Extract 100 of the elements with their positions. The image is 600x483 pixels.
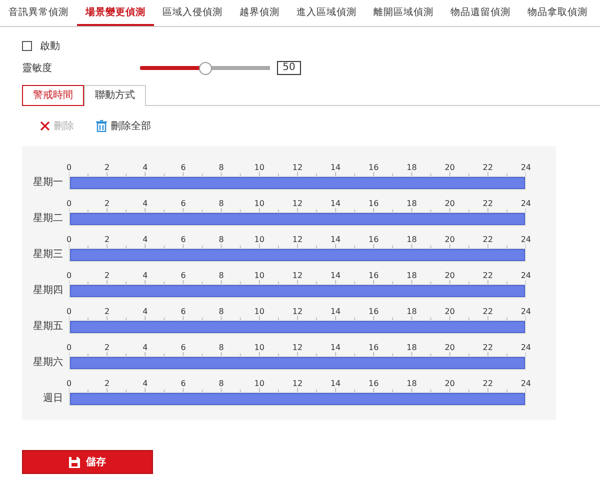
slider-thumb[interactable] bbox=[198, 62, 212, 74]
hour-label: 22 bbox=[482, 163, 494, 172]
hour-label: 20 bbox=[444, 163, 456, 172]
save-button[interactable]: 儲存 bbox=[22, 450, 153, 474]
hour-label: 18 bbox=[406, 343, 418, 352]
hour-label: 22 bbox=[482, 199, 494, 208]
hour-label: 24 bbox=[520, 379, 532, 388]
day-label: 星期二 bbox=[32, 212, 64, 226]
hour-label: 8 bbox=[218, 343, 225, 352]
hour-label: 16 bbox=[368, 307, 380, 316]
tab[interactable]: 越界偵測 bbox=[231, 0, 288, 26]
hour-label: 24 bbox=[520, 307, 532, 316]
tab[interactable]: 區域入侵偵測 bbox=[154, 0, 231, 26]
hour-label: 0 bbox=[65, 199, 73, 208]
hour-label: 12 bbox=[291, 379, 304, 388]
hour-label: 4 bbox=[142, 343, 149, 352]
hour-label: 18 bbox=[406, 307, 418, 316]
hour-label: 4 bbox=[142, 379, 149, 388]
hour-label: 0 bbox=[65, 379, 73, 388]
tab[interactable]: 物品拿取偵測 bbox=[519, 0, 596, 26]
hour-label: 14 bbox=[330, 343, 342, 352]
hour-label: 16 bbox=[368, 379, 380, 388]
hour-label: 10 bbox=[253, 271, 266, 280]
hour-label: 10 bbox=[253, 343, 266, 352]
trash-icon bbox=[96, 120, 107, 132]
sensitivity-label: 靈敏度 bbox=[22, 62, 53, 75]
tab[interactable]: 離開區域偵測 bbox=[365, 0, 442, 26]
hour-label: 24 bbox=[520, 199, 532, 208]
hour-label: 2 bbox=[104, 379, 111, 388]
hour-label: 8 bbox=[218, 235, 225, 244]
hour-label: 20 bbox=[444, 199, 456, 208]
delete-all-button[interactable]: 刪除全部 bbox=[96, 118, 151, 134]
hour-label: 18 bbox=[406, 199, 418, 208]
hour-label: 4 bbox=[142, 199, 149, 208]
day-label: 週日 bbox=[42, 392, 64, 406]
hour-label: 6 bbox=[180, 271, 187, 280]
hour-label: 0 bbox=[65, 307, 73, 316]
hour-label: 22 bbox=[482, 343, 494, 352]
day-label: 星期六 bbox=[32, 356, 64, 370]
hour-label: 24 bbox=[520, 343, 532, 352]
hour-label: 0 bbox=[65, 163, 73, 172]
day-label: 星期一 bbox=[32, 176, 64, 190]
hour-label: 6 bbox=[180, 343, 187, 352]
hour-label: 24 bbox=[520, 163, 532, 172]
hour-label: 16 bbox=[368, 271, 380, 280]
hour-label: 8 bbox=[218, 163, 225, 172]
tab[interactable]: 物品遺留偵測 bbox=[442, 0, 519, 26]
day-label: 星期五 bbox=[32, 320, 64, 334]
hour-label: 10 bbox=[253, 163, 266, 172]
hour-label: 4 bbox=[142, 163, 149, 172]
hour-label: 20 bbox=[444, 271, 456, 280]
day-label: 星期三 bbox=[32, 248, 64, 262]
hour-label: 2 bbox=[104, 343, 111, 352]
hour-label: 12 bbox=[291, 163, 304, 172]
hour-label: 24 bbox=[520, 271, 532, 280]
hour-label: 16 bbox=[368, 163, 380, 172]
hour-label: 14 bbox=[330, 199, 342, 208]
hour-label: 14 bbox=[330, 271, 342, 280]
hour-label: 0 bbox=[65, 343, 73, 352]
hour-label: 20 bbox=[444, 235, 456, 244]
tab[interactable]: 場景變更偵測 bbox=[77, 0, 154, 26]
hour-label: 10 bbox=[253, 379, 266, 388]
hour-label: 12 bbox=[291, 235, 304, 244]
hour-label: 24 bbox=[520, 235, 532, 244]
hour-label: 16 bbox=[368, 343, 380, 352]
hour-label: 10 bbox=[253, 235, 266, 244]
tab[interactable]: 警戒時間 bbox=[22, 85, 84, 106]
hour-label: 14 bbox=[330, 235, 342, 244]
hour-label: 18 bbox=[406, 235, 418, 244]
checkbox[interactable] bbox=[22, 41, 32, 51]
hour-label: 8 bbox=[218, 271, 225, 280]
hour-label: 14 bbox=[330, 163, 342, 172]
tab[interactable]: 聯動方式 bbox=[84, 85, 146, 106]
tab[interactable]: 進入區域偵測 bbox=[288, 0, 365, 26]
hour-label: 6 bbox=[180, 307, 187, 316]
hour-label: 18 bbox=[406, 271, 418, 280]
tab[interactable]: 音訊異常偵測 bbox=[0, 0, 77, 26]
hour-label: 6 bbox=[180, 199, 187, 208]
hour-label: 12 bbox=[291, 199, 304, 208]
hour-label: 14 bbox=[330, 379, 342, 388]
hour-label: 2 bbox=[104, 307, 111, 316]
hour-label: 8 bbox=[218, 199, 225, 208]
hour-label: 20 bbox=[444, 379, 456, 388]
hour-label: 10 bbox=[253, 307, 266, 316]
hour-label: 16 bbox=[368, 235, 380, 244]
hour-label: 12 bbox=[291, 271, 304, 280]
hour-label: 14 bbox=[330, 307, 342, 316]
hour-label: 16 bbox=[368, 199, 380, 208]
hour-label: 2 bbox=[104, 271, 111, 280]
hour-label: 2 bbox=[104, 235, 111, 244]
hour-label: 2 bbox=[104, 199, 111, 208]
hour-label: 20 bbox=[444, 307, 456, 316]
hour-label: 4 bbox=[142, 235, 149, 244]
hour-label: 12 bbox=[291, 343, 304, 352]
value-field[interactable]: 50 bbox=[277, 61, 301, 75]
hour-label: 18 bbox=[406, 163, 418, 172]
hour-label: 4 bbox=[142, 271, 149, 280]
hour-label: 6 bbox=[180, 379, 187, 388]
hour-label: 20 bbox=[444, 343, 456, 352]
hour-label: 6 bbox=[180, 163, 187, 172]
